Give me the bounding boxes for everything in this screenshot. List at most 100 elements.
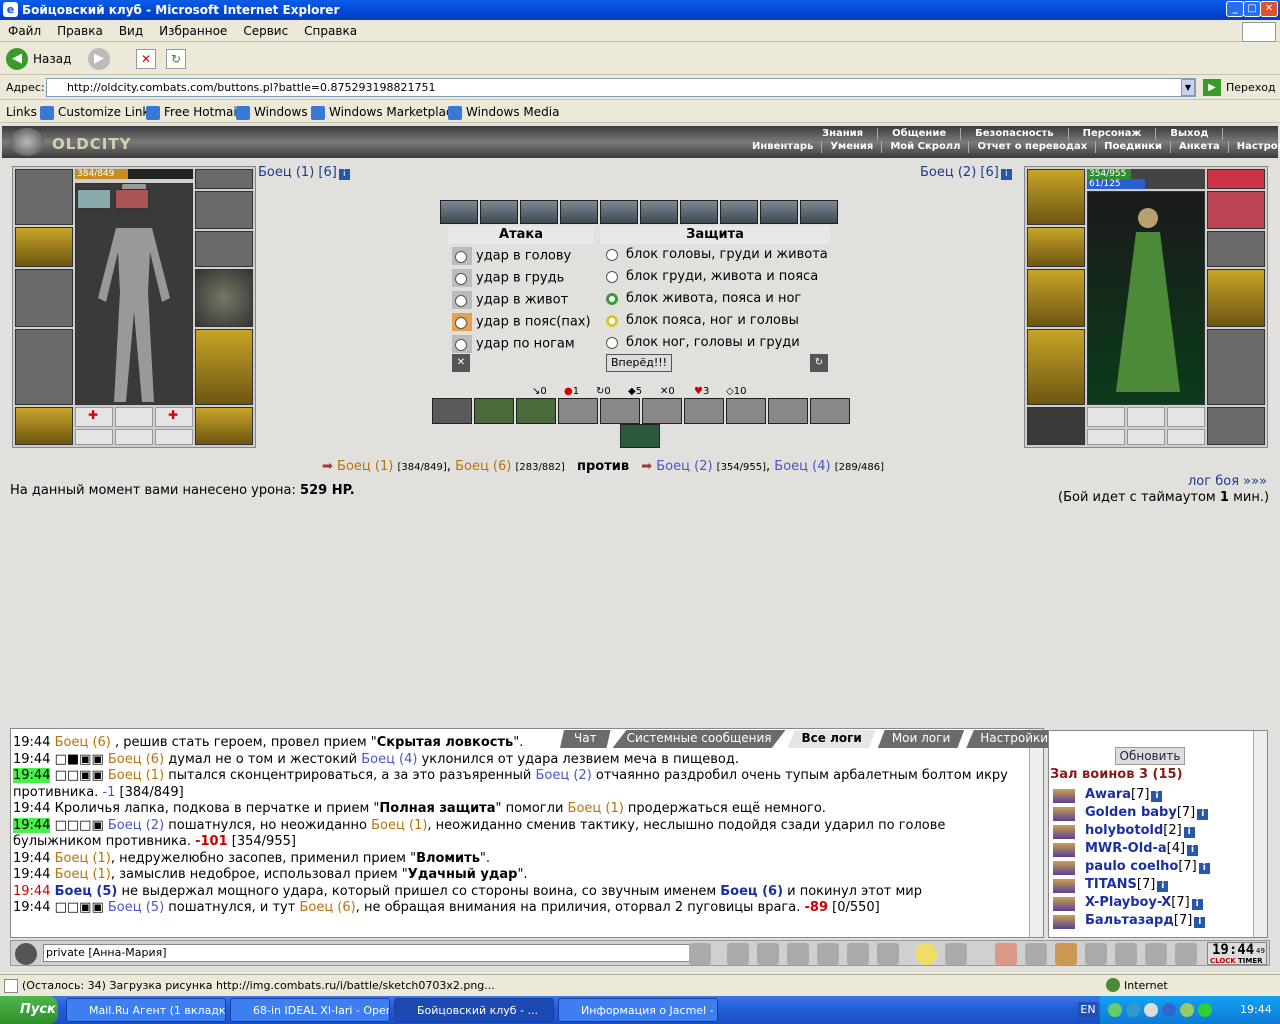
player2-name[interactable]: Боец (2) [6] i (920, 165, 1012, 180)
user-item[interactable]: Awara[7] i (1085, 787, 1163, 802)
nav-exit[interactable]: Выход (1156, 128, 1224, 140)
chat-scrollbar[interactable] (1029, 729, 1043, 937)
send-icon[interactable] (689, 943, 711, 965)
info-icon[interactable]: i (1151, 791, 1163, 802)
block-chest-stomach-belt[interactable]: блок груди, живота и пояса (606, 269, 818, 284)
fighter-name[interactable]: Боец (2) (108, 818, 164, 833)
empty-slot[interactable] (75, 429, 113, 445)
info-icon[interactable]: i (1187, 845, 1199, 856)
user-item[interactable]: MWR-Old-a[4] i (1085, 841, 1199, 856)
user-name[interactable]: Бальтазард (1085, 913, 1174, 928)
radio-icon[interactable] (606, 292, 618, 305)
battle-log-link[interactable]: лог боя »»» (1188, 474, 1267, 489)
weapon-slot[interactable] (1027, 269, 1085, 327)
menu-favorites[interactable]: Избранное (151, 21, 235, 41)
legs-slot[interactable] (195, 329, 253, 405)
menu-help[interactable]: Справка (296, 21, 365, 41)
task-combats[interactable]: Бойцовский клуб - ... (394, 998, 554, 1022)
empty-slot[interactable] (1127, 407, 1165, 427)
info-icon[interactable]: i (1198, 863, 1210, 874)
gloves-slot[interactable] (1207, 231, 1265, 267)
user-name[interactable]: MWR-Old-a (1085, 841, 1167, 856)
gloves-slot[interactable] (195, 231, 253, 267)
back-label[interactable]: Назад (33, 52, 71, 66)
menu-file[interactable]: Файл (0, 21, 49, 41)
users-scrollbar[interactable] (1253, 731, 1267, 937)
link-customize[interactable]: Customize Links (40, 105, 156, 120)
exit-icon[interactable] (1175, 943, 1197, 965)
medkit-slot-2[interactable]: ✚ (155, 407, 193, 427)
potion-slot[interactable] (115, 189, 149, 209)
nav-duels[interactable]: Поединки (1096, 141, 1171, 153)
address-input[interactable]: http://oldcity.combats.com/buttons.pl?ba… (46, 78, 1196, 97)
medkit-slot-1[interactable]: ✚ (75, 407, 113, 427)
user-item[interactable]: paulo coelho[7] i (1085, 859, 1210, 874)
tray-icon[interactable] (1144, 1003, 1158, 1017)
lock-icon[interactable] (1115, 943, 1137, 965)
fighter-name[interactable]: Боец (2) (536, 768, 592, 783)
nav-knowledge[interactable]: Знания (808, 128, 879, 140)
block-belt-legs-head[interactable]: блок пояса, ног и головы (606, 313, 799, 328)
nav-transfers[interactable]: Отчет о переводах (969, 141, 1097, 153)
team2-fighter-1[interactable]: Боец (2) (656, 459, 712, 474)
attack-head[interactable]: удар в голову (452, 247, 571, 265)
trick-cross-icon[interactable] (680, 200, 718, 224)
speaker-icon[interactable] (15, 943, 37, 965)
empty-slot[interactable] (115, 429, 153, 445)
skull-icon[interactable] (1085, 943, 1107, 965)
trick-shield-icon[interactable] (440, 200, 478, 224)
radio-icon[interactable] (452, 247, 472, 265)
radio-icon[interactable] (606, 314, 618, 327)
shield-slot[interactable] (1207, 269, 1265, 327)
trick-slot-7[interactable] (684, 398, 724, 424)
pl-icon[interactable] (847, 943, 869, 965)
bracers-slot[interactable] (1027, 227, 1085, 267)
tray-icon[interactable] (1180, 1003, 1194, 1017)
user-item[interactable]: Golden baby[7] i (1085, 805, 1209, 820)
user-name[interactable]: TITANS (1085, 877, 1137, 892)
info-icon[interactable]: i (1191, 899, 1203, 910)
trick-sword-icon[interactable] (720, 200, 758, 224)
back-arrow-icon[interactable]: ◀ (6, 48, 28, 70)
trick-slot-1[interactable] (432, 398, 472, 424)
empty-slot[interactable] (1167, 407, 1205, 427)
boots-slot[interactable] (195, 407, 253, 445)
forward-arrow-icon[interactable]: ▶ (88, 48, 110, 70)
empty-slot[interactable] (1127, 429, 1165, 445)
radio-icon[interactable] (452, 313, 472, 331)
nav-character[interactable]: Персонаж (1069, 128, 1157, 140)
attack-stomach[interactable]: удар в живот (452, 291, 568, 309)
tab-my-logs[interactable]: Мои логи (877, 730, 965, 748)
tab-all-logs[interactable]: Все логи (787, 730, 876, 748)
menu-edit[interactable]: Правка (49, 21, 111, 41)
rings-slot[interactable] (195, 191, 253, 229)
user-name[interactable]: paulo coelho (1085, 859, 1178, 874)
empty-slot[interactable] (1167, 429, 1205, 445)
menu-view[interactable]: Вид (111, 21, 151, 41)
trick-shield-icon[interactable] (600, 200, 638, 224)
team2-fighter-2[interactable]: Боец (4) (774, 459, 830, 474)
forward-button[interactable]: Вперёд!!! (606, 354, 672, 372)
fighter-name[interactable]: Боец (6) (720, 884, 783, 899)
team1-fighter-1[interactable]: Боец (1) (337, 459, 393, 474)
empty-slot[interactable] (1087, 429, 1125, 445)
music-icon[interactable] (877, 943, 899, 965)
fighter-name[interactable]: Боец (1) (568, 801, 624, 816)
refresh-icon[interactable]: ↻ (166, 49, 186, 69)
fighter-name[interactable]: -1 (102, 785, 115, 800)
boots-slot[interactable] (1207, 407, 1265, 445)
stop-icon[interactable]: ✕ (136, 49, 156, 69)
nav-inventory[interactable]: Инвентарь (744, 141, 823, 153)
tab-chat[interactable]: Чат (560, 730, 611, 748)
trick-slot-8[interactable] (726, 398, 766, 424)
user-name[interactable]: Awara (1085, 787, 1131, 802)
link-hotmail[interactable]: Free Hotmail (146, 105, 240, 120)
block-legs-head-chest[interactable]: блок ног, головы и груди (606, 335, 800, 350)
trick-cross-icon[interactable] (760, 200, 798, 224)
helmet-slot[interactable] (15, 169, 73, 225)
tray-icon[interactable] (1126, 1003, 1140, 1017)
user-name[interactable]: Golden baby (1085, 805, 1177, 820)
radio-icon[interactable] (452, 269, 472, 287)
nav-profile[interactable]: Анкета (1171, 141, 1229, 153)
close-button[interactable]: ✕ (1260, 1, 1278, 17)
